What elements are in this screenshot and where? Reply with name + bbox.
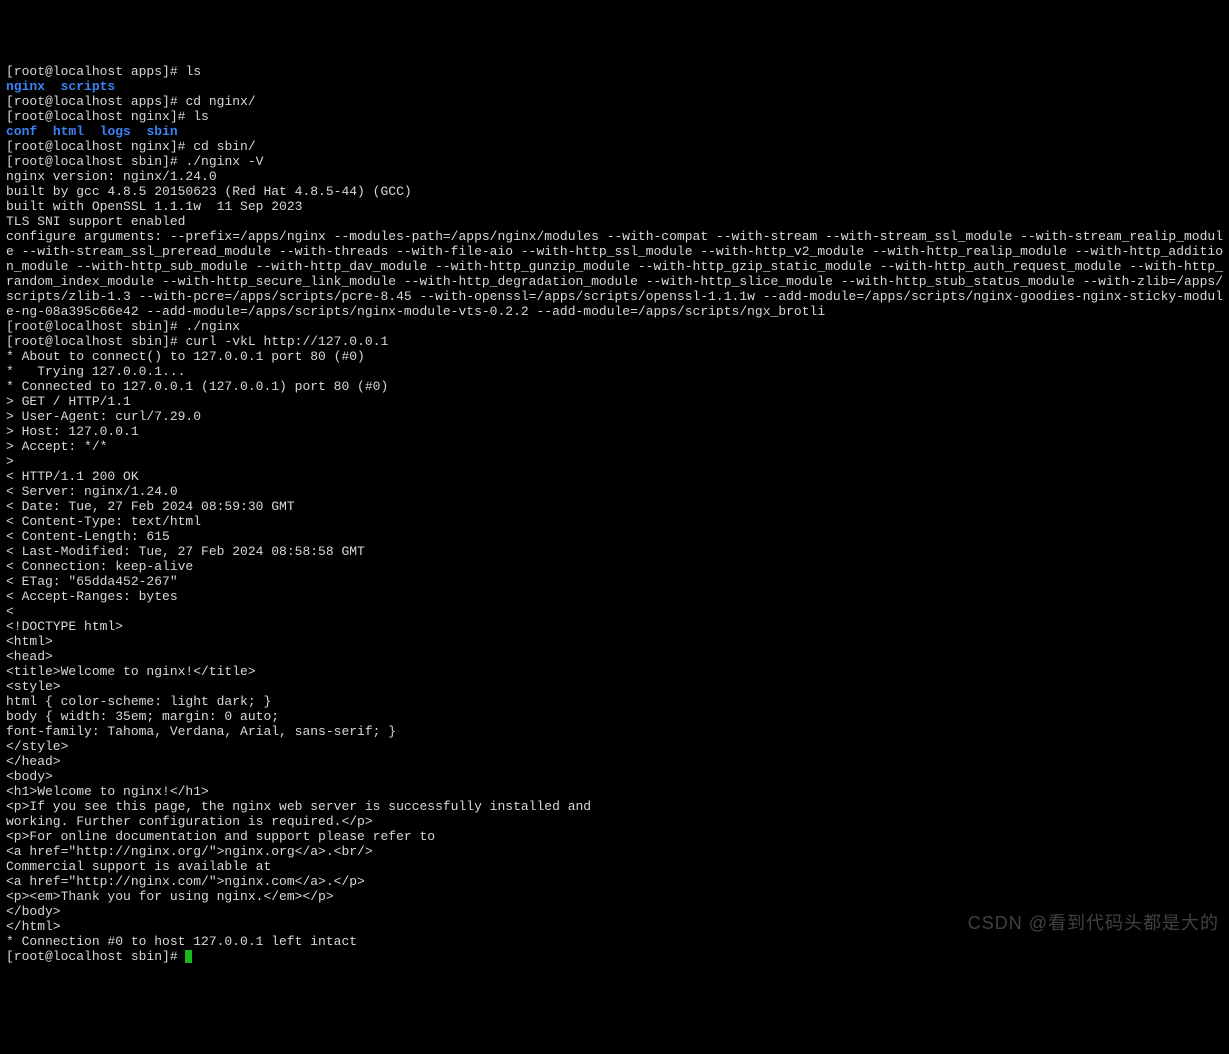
terminal-line: < Server: nginx/1.24.0 — [6, 484, 1223, 499]
shell-command: cd nginx/ — [185, 94, 255, 109]
terminal-line: * Connection #0 to host 127.0.0.1 left i… — [6, 934, 1223, 949]
terminal-line: <!DOCTYPE html> — [6, 619, 1223, 634]
terminal-line: > Host: 127.0.0.1 — [6, 424, 1223, 439]
terminal-line: nginx scripts — [6, 79, 1223, 94]
terminal-line: </style> — [6, 739, 1223, 754]
directory-name: html — [53, 124, 84, 139]
terminal-line: <body> — [6, 769, 1223, 784]
terminal-line: > User-Agent: curl/7.29.0 — [6, 409, 1223, 424]
terminal-line: > — [6, 454, 1223, 469]
directory-name: nginx — [6, 79, 45, 94]
terminal-line: < Accept-Ranges: bytes — [6, 589, 1223, 604]
terminal-line: < Content-Length: 615 — [6, 529, 1223, 544]
terminal-line: [root@localhost apps]# ls — [6, 64, 1223, 79]
shell-command: cd sbin/ — [193, 139, 255, 154]
terminal-line: [root@localhost nginx]# cd sbin/ — [6, 139, 1223, 154]
terminal-cursor — [185, 950, 192, 963]
terminal-line: <h1>Welcome to nginx!</h1> — [6, 784, 1223, 799]
shell-prompt: [root@localhost nginx]# — [6, 139, 193, 154]
shell-command: ls — [185, 64, 201, 79]
terminal-line: Commercial support is available at — [6, 859, 1223, 874]
terminal-line: [root@localhost sbin]# curl -vkL http://… — [6, 334, 1223, 349]
terminal-line: [root@localhost nginx]# ls — [6, 109, 1223, 124]
directory-name: scripts — [61, 79, 116, 94]
shell-prompt: [root@localhost sbin]# — [6, 319, 185, 334]
terminal-line: < Date: Tue, 27 Feb 2024 08:59:30 GMT — [6, 499, 1223, 514]
terminal-line: <p><em>Thank you for using nginx.</em></… — [6, 889, 1223, 904]
watermark: CSDN @看到代码头都是大的 — [968, 916, 1219, 931]
terminal-line: <head> — [6, 649, 1223, 664]
shell-prompt: [root@localhost apps]# — [6, 64, 185, 79]
shell-prompt: [root@localhost sbin]# — [6, 334, 185, 349]
shell-command: ls — [193, 109, 209, 124]
terminal-line: <a href="http://nginx.org/">nginx.org</a… — [6, 844, 1223, 859]
terminal-line: configure arguments: --prefix=/apps/ngin… — [6, 229, 1223, 319]
shell-command: curl -vkL http://127.0.0.1 — [185, 334, 388, 349]
terminal-line: conf html logs sbin — [6, 124, 1223, 139]
terminal-line: < Last-Modified: Tue, 27 Feb 2024 08:58:… — [6, 544, 1223, 559]
shell-command: ./nginx — [185, 319, 240, 334]
terminal-line: font-family: Tahoma, Verdana, Arial, san… — [6, 724, 1223, 739]
terminal-line: < Connection: keep-alive — [6, 559, 1223, 574]
terminal-line: < HTTP/1.1 200 OK — [6, 469, 1223, 484]
terminal-line: working. Further configuration is requir… — [6, 814, 1223, 829]
terminal-line: * About to connect() to 127.0.0.1 port 8… — [6, 349, 1223, 364]
terminal-line: [root@localhost sbin]# ./nginx -V — [6, 154, 1223, 169]
terminal-line: <html> — [6, 634, 1223, 649]
directory-name: sbin — [146, 124, 177, 139]
terminal-line: * Trying 127.0.0.1... — [6, 364, 1223, 379]
terminal-line: <p>For online documentation and support … — [6, 829, 1223, 844]
terminal-output[interactable]: [root@localhost apps]# lsnginx scripts[r… — [6, 64, 1223, 964]
terminal-line: [root@localhost sbin]# ./nginx — [6, 319, 1223, 334]
terminal-line: * Connected to 127.0.0.1 (127.0.0.1) por… — [6, 379, 1223, 394]
terminal-line: <title>Welcome to nginx!</title> — [6, 664, 1223, 679]
terminal-line: built by gcc 4.8.5 20150623 (Red Hat 4.8… — [6, 184, 1223, 199]
directory-name: conf — [6, 124, 37, 139]
terminal-line: < Content-Type: text/html — [6, 514, 1223, 529]
terminal-line: <a href="http://nginx.com/">nginx.com</a… — [6, 874, 1223, 889]
shell-prompt: [root@localhost nginx]# — [6, 109, 193, 124]
shell-prompt: [root@localhost apps]# — [6, 94, 185, 109]
terminal-line: built with OpenSSL 1.1.1w 11 Sep 2023 — [6, 199, 1223, 214]
terminal-line: html { color-scheme: light dark; } — [6, 694, 1223, 709]
terminal-line: <p>If you see this page, the nginx web s… — [6, 799, 1223, 814]
terminal-line: TLS SNI support enabled — [6, 214, 1223, 229]
terminal-line: <style> — [6, 679, 1223, 694]
terminal-line: nginx version: nginx/1.24.0 — [6, 169, 1223, 184]
shell-prompt: [root@localhost sbin]# — [6, 949, 185, 964]
terminal-line: [root@localhost sbin]# — [6, 949, 1223, 964]
terminal-line: > Accept: */* — [6, 439, 1223, 454]
terminal-line: [root@localhost apps]# cd nginx/ — [6, 94, 1223, 109]
terminal-line: body { width: 35em; margin: 0 auto; — [6, 709, 1223, 724]
terminal-line: < ETag: "65dda452-267" — [6, 574, 1223, 589]
shell-prompt: [root@localhost sbin]# — [6, 154, 185, 169]
terminal-line: </head> — [6, 754, 1223, 769]
shell-command: ./nginx -V — [185, 154, 263, 169]
terminal-line: < — [6, 604, 1223, 619]
directory-name: logs — [100, 124, 131, 139]
terminal-line: > GET / HTTP/1.1 — [6, 394, 1223, 409]
